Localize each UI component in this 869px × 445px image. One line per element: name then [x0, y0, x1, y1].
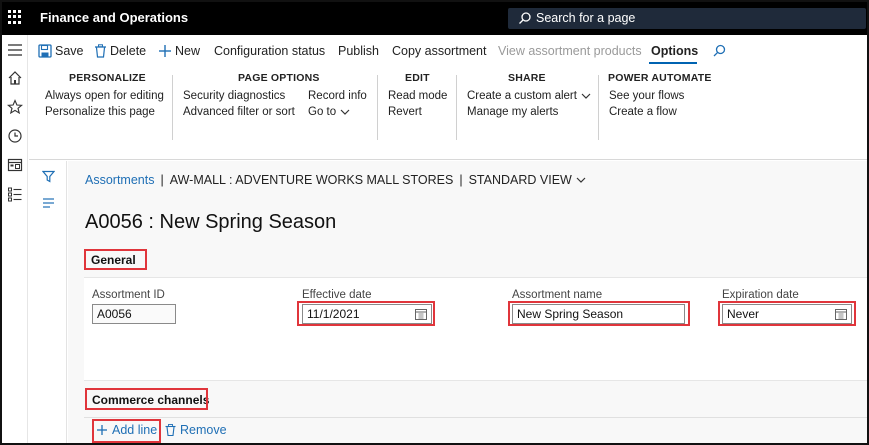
search-box[interactable]: Search for a page	[508, 8, 866, 29]
chevron-down-icon	[576, 177, 586, 183]
group-divider	[377, 75, 378, 140]
hamburger-menu-icon[interactable]	[7, 42, 23, 58]
general-panel: Assortment ID A0056 Effective date 11/1/…	[84, 277, 867, 381]
group-title-power-automate: POWER AUTOMATE	[608, 72, 712, 84]
manage-my-alerts-button[interactable]: Manage my alerts	[467, 106, 558, 118]
trash-icon	[165, 424, 176, 436]
modules-list-icon[interactable]	[7, 186, 23, 202]
copy-assortment-button[interactable]: Copy assortment	[392, 42, 486, 60]
list-view-icon[interactable]	[42, 198, 55, 208]
search-icon	[519, 12, 531, 24]
breadcrumb: Assortments | AW-MALL : ADVENTURE WORKS …	[85, 173, 586, 187]
go-to-button[interactable]: Go to	[308, 106, 350, 118]
group-title-personalize: PERSONALIZE	[69, 72, 146, 84]
app-launcher-icon[interactable]	[8, 10, 22, 24]
filter-pane	[29, 161, 67, 443]
create-custom-alert-label: Create a custom alert	[467, 90, 577, 102]
personalize-this-page-button[interactable]: Personalize this page	[45, 106, 155, 118]
main-content: Assortments | AW-MALL : ADVENTURE WORKS …	[68, 161, 867, 443]
chevron-down-icon	[340, 109, 350, 115]
see-your-flows-button[interactable]: See your flows	[609, 90, 684, 102]
record-info-button[interactable]: Record info	[308, 90, 367, 102]
group-title-share: SHARE	[508, 72, 546, 84]
effective-date-label: Effective date	[302, 289, 372, 301]
plus-icon	[159, 45, 171, 57]
top-bar: Finance and Operations Search for a page	[2, 2, 867, 35]
section-divider	[84, 417, 867, 418]
create-a-flow-button[interactable]: Create a flow	[609, 106, 677, 118]
go-to-label: Go to	[308, 106, 337, 118]
save-label: Save	[55, 44, 84, 58]
save-button[interactable]: Save	[38, 42, 84, 60]
configuration-status-label: Configuration status	[214, 44, 326, 58]
star-favorites-icon[interactable]	[7, 99, 23, 115]
remove-button[interactable]: Remove	[165, 423, 227, 437]
delete-label: Delete	[110, 44, 147, 58]
breadcrumb-assortments-link[interactable]: Assortments	[85, 173, 154, 187]
always-open-for-editing-button[interactable]: Always open for editing	[45, 90, 164, 102]
action-pane: Save Delete New Configuration status Pub…	[29, 35, 867, 160]
home-icon[interactable]	[7, 70, 23, 86]
app-window: Finance and Operations Search for a page	[0, 0, 869, 445]
publish-button[interactable]: Publish	[338, 42, 379, 60]
highlight-box	[85, 388, 208, 410]
assortment-id-label: Assortment ID	[92, 289, 165, 301]
security-diagnostics-button[interactable]: Security diagnostics	[183, 90, 285, 102]
breadcrumb-separator: |	[459, 173, 463, 187]
remove-label: Remove	[180, 423, 227, 437]
publish-label: Publish	[338, 44, 379, 58]
new-label: New	[175, 44, 201, 58]
breadcrumb-separator: |	[160, 173, 164, 187]
view-assortment-products-button[interactable]: View assortment products	[498, 42, 642, 60]
new-button[interactable]: New	[158, 42, 200, 60]
highlight-box	[92, 419, 161, 443]
read-mode-button[interactable]: Read mode	[388, 90, 447, 102]
options-tab-indicator	[649, 62, 697, 64]
options-label: Options	[651, 44, 699, 58]
tab-options[interactable]: Options	[651, 42, 698, 60]
highlight-box	[508, 301, 690, 326]
copy-assortment-label: Copy assortment	[392, 44, 487, 58]
view-selector-label: STANDARD VIEW	[468, 173, 572, 187]
highlight-box	[297, 301, 435, 326]
search-icon[interactable]	[713, 44, 726, 57]
assortment-id-field[interactable]: A0056	[92, 304, 176, 324]
breadcrumb-context: AW-MALL : ADVENTURE WORKS MALL STORES	[169, 173, 454, 187]
app-title: Finance and Operations	[40, 10, 189, 25]
filter-icon[interactable]	[42, 170, 55, 183]
highlight-box	[718, 301, 856, 326]
view-assortment-products-label: View assortment products	[498, 44, 642, 58]
configuration-status-button[interactable]: Configuration status	[214, 42, 325, 60]
view-selector[interactable]: STANDARD VIEW	[469, 173, 586, 187]
delete-button[interactable]: Delete	[94, 42, 146, 60]
group-divider	[598, 75, 599, 140]
group-title-page-options: PAGE OPTIONS	[238, 72, 320, 84]
highlight-box	[84, 249, 147, 270]
save-icon	[38, 44, 52, 58]
create-custom-alert-button[interactable]: Create a custom alert	[467, 90, 591, 102]
group-divider	[456, 75, 457, 140]
group-title-edit: EDIT	[405, 72, 430, 84]
workspaces-icon[interactable]	[7, 157, 23, 173]
nav-rail	[2, 35, 28, 443]
revert-button[interactable]: Revert	[388, 106, 422, 118]
clock-recent-icon[interactable]	[7, 128, 23, 144]
chevron-down-icon	[581, 93, 591, 99]
search-placeholder: Search for a page	[536, 11, 636, 25]
assortment-name-label: Assortment name	[512, 289, 603, 301]
page-title: A0056 : New Spring Season	[85, 211, 337, 233]
group-divider	[172, 75, 173, 140]
advanced-filter-sort-button[interactable]: Advanced filter or sort	[183, 106, 295, 118]
trash-icon	[95, 44, 106, 58]
expiration-date-label: Expiration date	[722, 289, 799, 301]
